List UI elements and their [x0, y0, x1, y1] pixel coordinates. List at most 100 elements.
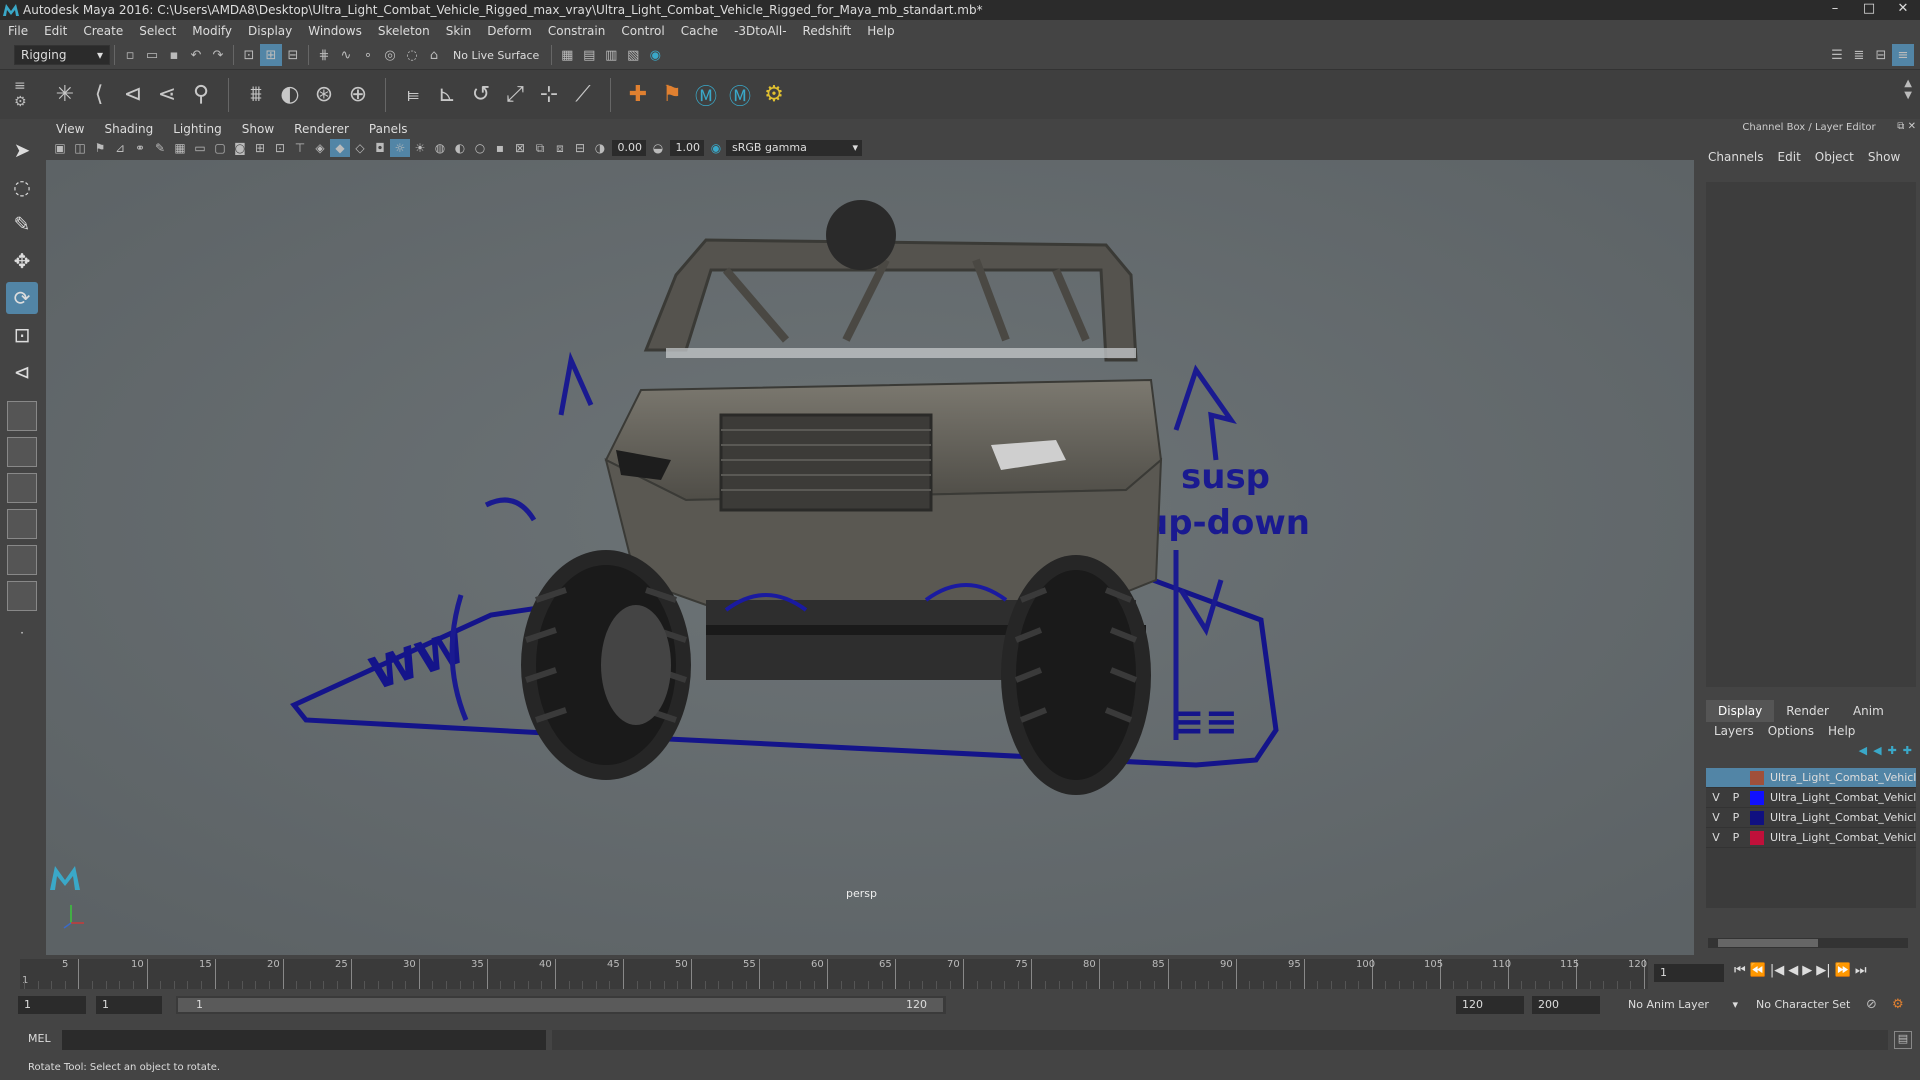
script-editor-icon[interactable]: ▤: [1894, 1031, 1912, 1049]
menu-set-dropdown[interactable]: Rigging ▾: [14, 45, 110, 65]
playback-toggle[interactable]: P: [1726, 831, 1746, 844]
locator-icon[interactable]: ✚: [621, 77, 655, 113]
custom-tool-icon[interactable]: ⚙: [757, 77, 791, 113]
step-back-key-button[interactable]: ⏪: [1750, 963, 1766, 978]
point-constraint-icon[interactable]: ⊾: [430, 77, 464, 113]
panel-menu-show[interactable]: Show: [232, 122, 284, 136]
gate-mask-icon[interactable]: ◙: [230, 139, 250, 157]
ik-spline-icon[interactable]: ⊲: [116, 77, 150, 113]
motion-blur-icon[interactable]: ◐: [450, 139, 470, 157]
menu-skin[interactable]: Skin: [438, 24, 480, 38]
visibility-toggle[interactable]: V: [1706, 811, 1726, 824]
bind-skin-icon[interactable]: ⩩: [239, 77, 273, 113]
menu-channels[interactable]: Channels: [1708, 150, 1764, 164]
grease-pencil-icon[interactable]: ✎: [150, 139, 170, 157]
maximize-button[interactable]: □: [1852, 0, 1886, 20]
aim-constraint-icon[interactable]: ⊹: [532, 77, 566, 113]
layer-color-swatch[interactable]: [1750, 830, 1764, 845]
move-tool-icon[interactable]: ✥: [6, 245, 38, 277]
snap-grid-icon[interactable]: ⋕: [313, 44, 335, 66]
persp-outliner-layout-icon[interactable]: [7, 545, 37, 575]
tab-display[interactable]: Display: [1706, 700, 1775, 722]
snap-surface-icon[interactable]: ◌: [401, 44, 423, 66]
smooth-skin-icon[interactable]: ◐: [273, 77, 307, 113]
pole-vector-icon[interactable]: ⟋: [566, 77, 600, 113]
menu-layers[interactable]: Layers: [1714, 724, 1754, 738]
more-layouts-icon[interactable]: ·: [6, 617, 38, 649]
scale-tool-icon[interactable]: ⊡: [6, 319, 38, 351]
playback-toggle[interactable]: P: [1726, 791, 1746, 804]
anti-aliasing-icon[interactable]: ○: [470, 139, 490, 157]
playback-toggle[interactable]: P: [1726, 811, 1746, 824]
bookmark-icon[interactable]: ⚑: [90, 139, 110, 157]
side-by-side-layout-icon[interactable]: [7, 473, 37, 503]
current-frame-field[interactable]: 1: [1654, 964, 1724, 982]
menu-edit[interactable]: Edit: [36, 24, 75, 38]
close-panel-icon[interactable]: ⧉ ✕: [1897, 121, 1916, 132]
panel-menu-renderer[interactable]: Renderer: [284, 122, 359, 136]
anim-layer-dropdown[interactable]: No Anim Layer ▾: [1622, 996, 1742, 1014]
menu-windows[interactable]: Windows: [300, 24, 370, 38]
new-layer-icon[interactable]: ✚: [1888, 744, 1897, 757]
smooth-shade-icon[interactable]: ◆: [330, 139, 350, 157]
snap-view-icon[interactable]: ◎: [379, 44, 401, 66]
new-scene-icon[interactable]: ▫: [119, 44, 141, 66]
scale-constraint-icon[interactable]: ⤢: [498, 77, 532, 113]
tab-anim[interactable]: Anim: [1841, 700, 1896, 722]
save-scene-icon[interactable]: ▪: [163, 44, 185, 66]
playback-end-field[interactable]: 120: [1456, 996, 1524, 1014]
animation-start-field[interactable]: 1: [18, 996, 86, 1014]
range-slider-fill[interactable]: [178, 998, 943, 1012]
play-backward-button[interactable]: ◀: [1788, 963, 1798, 978]
menu-file[interactable]: File: [0, 24, 36, 38]
depth-of-field-icon[interactable]: ▪: [490, 139, 510, 157]
go-to-start-button[interactable]: ⏮: [1734, 963, 1746, 978]
humanik-icon[interactable]: ⚲: [184, 77, 218, 113]
animation-end-field[interactable]: 200: [1532, 996, 1600, 1014]
panel-menu-lighting[interactable]: Lighting: [163, 122, 232, 136]
shelf-scroll-icon[interactable]: ▲ ▼: [1904, 78, 1912, 102]
step-forward-key-button[interactable]: ⏩: [1835, 963, 1851, 978]
single-view-layout-icon[interactable]: [7, 401, 37, 431]
orient-constraint-icon[interactable]: ↺: [464, 77, 498, 113]
visibility-toggle[interactable]: V: [1706, 831, 1726, 844]
go-to-end-button[interactable]: ⏭: [1855, 963, 1867, 978]
close-button[interactable]: ✕: [1886, 0, 1920, 20]
modeling-toolkit-icon[interactable]: ☰: [1826, 44, 1848, 66]
tool-settings-icon[interactable]: ⊟: [1870, 44, 1892, 66]
snap-curve-icon[interactable]: ∿: [335, 44, 357, 66]
auto-key-icon[interactable]: ⊘: [1866, 997, 1877, 1012]
gamma-field[interactable]: 1.00: [670, 140, 704, 156]
resolution-gate-icon[interactable]: ▢: [210, 139, 230, 157]
field-chart-icon[interactable]: ⊞: [250, 139, 270, 157]
last-tool-icon[interactable]: ⊲: [6, 356, 38, 388]
menu-3dtoall[interactable]: -3DtoAll-: [726, 24, 794, 38]
joint-tool-icon[interactable]: ✳: [48, 77, 82, 113]
select-component-icon[interactable]: ⊟: [282, 44, 304, 66]
cluster-icon[interactable]: ⊕: [341, 77, 375, 113]
screen-space-ao-icon[interactable]: ◍: [430, 139, 450, 157]
lattice-icon[interactable]: ⊛: [307, 77, 341, 113]
select-tool-icon[interactable]: ➤: [6, 134, 38, 166]
select-object-icon[interactable]: ⊞: [260, 44, 282, 66]
camera-select-icon[interactable]: ▣: [50, 139, 70, 157]
time-ruler[interactable]: 1 5 10 15 20 25 30 35 40 45 50 55 60 65 70 75 80 85 90 95 1…: [20, 959, 1648, 989]
layer-row[interactable]: V P Ultra_Light_Combat_Vehicle: [1706, 788, 1916, 808]
attribute-editor-icon[interactable]: ≣: [1848, 44, 1870, 66]
wireframe-on-shaded-icon[interactable]: ◇: [350, 139, 370, 157]
panel-menu-view[interactable]: View: [46, 122, 94, 136]
layer-color-swatch[interactable]: [1750, 810, 1764, 825]
safe-title-icon[interactable]: ⊤: [290, 139, 310, 157]
menu-help[interactable]: Help: [859, 24, 902, 38]
menu-object[interactable]: Object: [1815, 150, 1854, 164]
menu-cache[interactable]: Cache: [673, 24, 726, 38]
lasso-tool-icon[interactable]: ◌: [6, 171, 38, 203]
menu-show[interactable]: Show: [1868, 150, 1900, 164]
layer-color-swatch[interactable]: [1750, 790, 1764, 805]
layer-scrollbar[interactable]: [1708, 938, 1908, 948]
menu-redshift[interactable]: Redshift: [795, 24, 860, 38]
xray-joints-icon[interactable]: ⧈: [550, 139, 570, 157]
shelf-menu-icon[interactable]: ≡ ⚙: [14, 78, 30, 114]
move-layer-down-icon[interactable]: ◀: [1873, 744, 1881, 757]
undo-icon[interactable]: ↶: [185, 44, 207, 66]
